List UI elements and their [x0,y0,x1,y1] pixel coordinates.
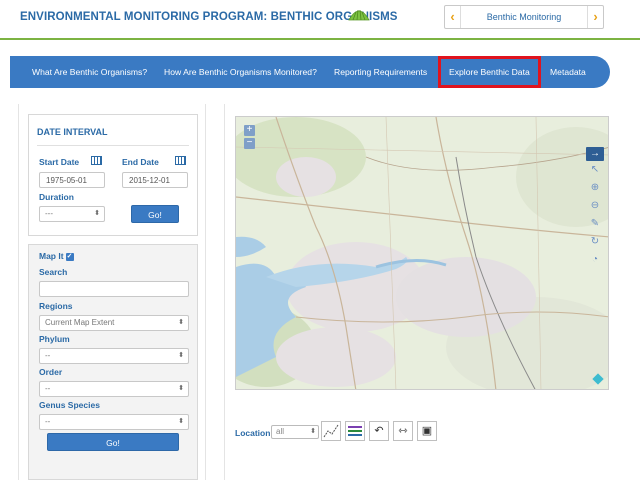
start-date-input[interactable] [39,172,105,188]
app-title: ENVIRONMENTAL MONITORING PROGRAM: BENTHI… [20,11,398,23]
chevron-updown-icon: ⬍ [178,385,184,392]
date-interval-title: DATE INTERVAL [37,127,108,137]
map-it-label: Map It [39,251,64,261]
start-date-label: Start Date [39,157,80,167]
series-legend-icon[interactable] [345,421,365,441]
end-date-input[interactable] [122,172,188,188]
line-chart-icon[interactable] [321,421,341,441]
location-label: Location [235,428,271,438]
undo-arrow-icon[interactable]: ↶ [369,421,389,441]
location-select[interactable]: all ⬍ [271,425,319,439]
regions-select-value: Current Map Extent [45,318,115,327]
map-it-toggle[interactable]: Map It ✓ [39,251,74,261]
calendar-icon[interactable] [175,156,186,165]
order-select[interactable]: -- ⬍ [39,381,189,397]
zoom-out-icon[interactable]: ⊖ [586,199,604,213]
search-go-button[interactable]: Go! [47,433,179,451]
map-canvas[interactable]: + − → ↖ ⊕ ⊖ ✎ ↻ ◔ [235,116,609,390]
clock-icon[interactable]: ◔ [586,253,604,267]
app-header: ENVIRONMENTAL MONITORING PROGRAM: BENTHI… [0,0,640,40]
nav-how-monitored[interactable]: How Are Benthic Organisms Monitored? [164,56,317,88]
date-interval-panel: DATE INTERVAL Start Date End Date Durati… [28,114,198,236]
phylum-select[interactable]: -- ⬍ [39,348,189,364]
regions-label: Regions [39,301,73,311]
page: ENVIRONMENTAL MONITORING PROGRAM: BENTHI… [0,0,640,480]
order-select-value: -- [45,384,51,393]
chevron-updown-icon: ⬍ [178,319,184,326]
date-go-button[interactable]: Go! [131,205,179,223]
save-icon[interactable]: ▣ [417,421,437,441]
search-input[interactable] [39,281,189,297]
shell-icon [348,9,370,21]
duration-select[interactable]: --- ⬍ [39,206,105,222]
genus-species-label: Genus Species [39,400,100,410]
location-select-value: all [276,427,285,436]
map-basemap [236,117,608,389]
duration-select-value: --- [45,209,53,218]
refresh-icon[interactable]: ↻ [586,235,604,249]
arrow-right-icon[interactable]: → [586,147,604,161]
chevron-updown-icon: ⬍ [178,352,184,359]
chevron-updown-icon: ⬍ [178,418,184,425]
divider [37,145,189,146]
ruler-icon[interactable]: ✎ [586,217,604,231]
map-zoom-in-button[interactable]: + [244,125,255,136]
checkbox-icon[interactable]: ✓ [65,252,74,261]
map-column: + − → ↖ ⊕ ⊖ ✎ ↻ ◔ [224,104,624,400]
phylum-label: Phylum [39,334,70,344]
nav-explore-benthic-data[interactable]: Explore Benthic Data [438,56,541,88]
chevron-updown-icon: ⬍ [310,428,316,435]
duration-label: Duration [39,192,74,202]
prev-program-button[interactable]: ‹ [445,6,461,28]
search-panel: Map It ✓ Search Regions Current Map Exten… [28,244,198,480]
nav-metadata[interactable]: Metadata [550,56,586,88]
nav-what-are-benthic[interactable]: What Are Benthic Organisms? [32,56,147,88]
genus-species-select[interactable]: -- ⬍ [39,414,189,430]
program-select[interactable]: ‹ Benthic Monitoring › [444,5,604,29]
sidebar: DATE INTERVAL Start Date End Date Durati… [18,104,206,480]
nav-reporting-requirements[interactable]: Reporting Requirements [334,56,427,88]
pointer-icon[interactable]: ↖ [586,163,604,177]
map-zoom-out-button[interactable]: − [244,138,255,149]
location-toolbar: Location all ⬍ ↶ ⇿ ▣ [224,400,624,480]
order-label: Order [39,367,63,377]
fit-extent-icon[interactable]: ⇿ [393,421,413,441]
program-select-value: Benthic Monitoring [486,12,562,22]
genus-species-select-value: -- [45,417,51,426]
main-nav: What Are Benthic Organisms? How Are Bent… [10,56,610,88]
zoom-in-icon[interactable]: ⊕ [586,181,604,195]
next-program-button[interactable]: › [587,6,603,28]
phylum-select-value: -- [45,351,51,360]
chevron-updown-icon: ⬍ [94,210,100,217]
calendar-icon[interactable] [91,156,102,165]
end-date-label: End Date [122,157,159,167]
search-label: Search [39,267,68,277]
regions-select[interactable]: Current Map Extent ⬍ [39,315,189,331]
